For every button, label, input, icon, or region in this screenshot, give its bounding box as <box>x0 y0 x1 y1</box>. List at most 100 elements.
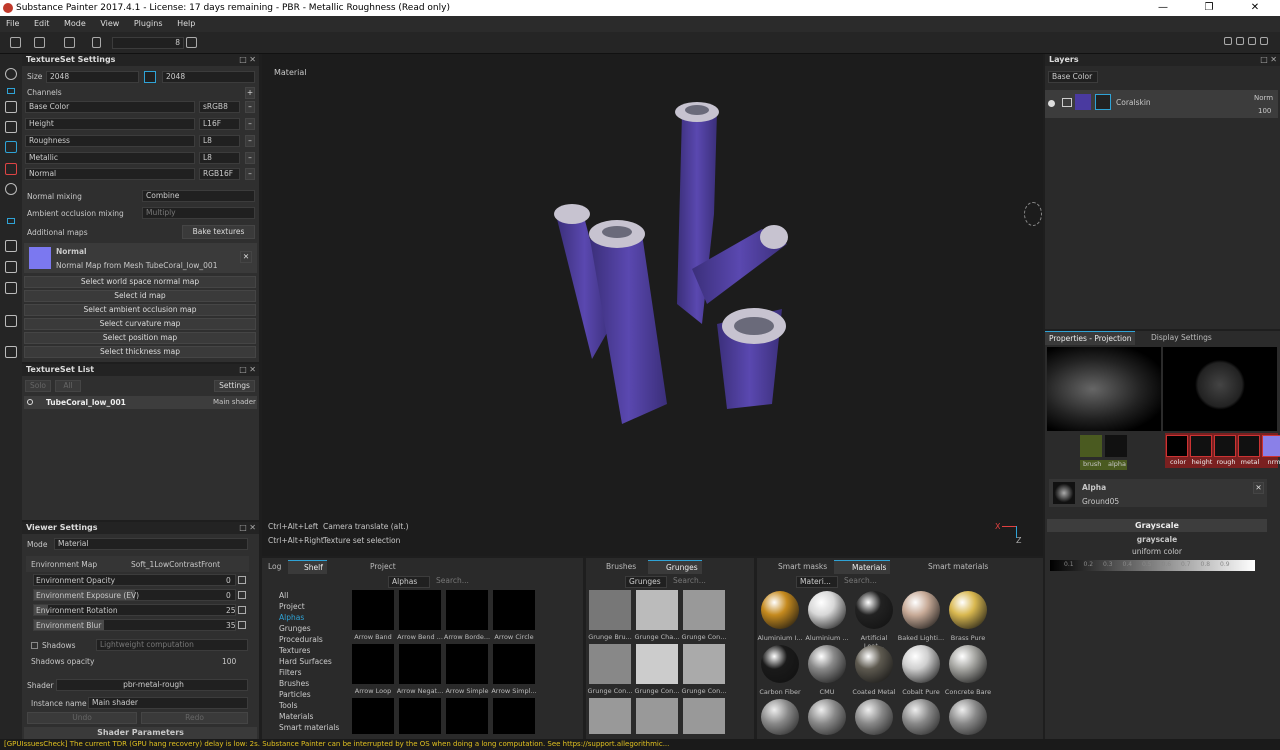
remove-channel-button[interactable]: – <box>245 101 255 113</box>
symmetry-icon[interactable] <box>5 282 17 294</box>
screenshot-icon[interactable] <box>10 37 21 48</box>
material-thumbnail[interactable] <box>808 591 846 629</box>
tab-brushes[interactable]: Brushes <box>590 560 640 574</box>
remove-channel-button[interactable]: – <box>245 152 255 164</box>
symmetry-icon[interactable] <box>5 261 17 273</box>
close-icon[interactable]: ✕ <box>240 251 252 263</box>
minimize-button[interactable]: — <box>1140 0 1186 16</box>
alpha-slot[interactable] <box>1105 435 1127 457</box>
menu-edit[interactable]: Edit <box>28 16 56 32</box>
channel-slot-color[interactable] <box>1166 435 1188 457</box>
material-thumbnail[interactable] <box>761 591 799 629</box>
alpha-thumbnail[interactable] <box>399 698 441 734</box>
shelf-category[interactable]: Textures <box>279 646 310 655</box>
shelf-search-input[interactable]: Search... <box>433 576 573 588</box>
instance-input[interactable]: Main shader <box>88 697 248 709</box>
shelf-category[interactable]: Procedurals <box>279 635 323 644</box>
all-button[interactable]: All <box>55 380 81 392</box>
select-world-normal-button[interactable]: Select world space normal map <box>24 276 256 288</box>
shadows-select[interactable]: Lightweight computation <box>96 639 248 651</box>
tab-log[interactable]: Log <box>264 560 285 574</box>
tab-shelf[interactable]: Shelf <box>288 560 327 574</box>
layer-blend[interactable]: Norm <box>1254 92 1273 105</box>
picker-tool-icon[interactable] <box>5 315 17 327</box>
brush-tool-icon[interactable] <box>5 101 17 113</box>
clone-tool-icon[interactable] <box>5 240 17 252</box>
material-thumbnail[interactable] <box>761 699 799 735</box>
pen-icon[interactable] <box>238 591 246 599</box>
grunges-search-input[interactable]: Search... <box>670 576 740 588</box>
alpha-thumbnail[interactable] <box>1053 482 1075 504</box>
lock-icon[interactable] <box>144 71 156 83</box>
pen-icon[interactable] <box>238 576 246 584</box>
select-thickness-button[interactable]: Select thickness map <box>24 346 256 358</box>
select-ao-button[interactable]: Select ambient occlusion map <box>24 304 256 316</box>
close-window-button[interactable]: ✕ <box>1232 0 1278 16</box>
slider-value[interactable]: 35 <box>226 619 236 632</box>
window-icon[interactable] <box>1248 37 1256 45</box>
material-thumbnail[interactable] <box>808 699 846 735</box>
eye-icon[interactable] <box>1048 100 1055 107</box>
menu-view[interactable]: View <box>94 16 125 32</box>
maximize-button[interactable]: ❐ <box>1186 0 1232 16</box>
slider-value[interactable]: 0 <box>226 574 231 587</box>
channel-format[interactable]: sRGB8 <box>199 101 240 113</box>
visibility-icon[interactable] <box>27 399 33 405</box>
brush-slot[interactable] <box>1080 435 1102 457</box>
pen-icon[interactable] <box>238 606 246 614</box>
shelf-category[interactable]: Grunges <box>279 624 311 633</box>
channel-slot-metal[interactable] <box>1238 435 1260 457</box>
grunge-thumbnail[interactable] <box>589 590 631 630</box>
toolbar-value-field[interactable]: 8 <box>112 37 184 49</box>
env-map-value[interactable]: Soft_1LowContrastFront <box>131 558 220 571</box>
grunge-thumbnail[interactable] <box>589 698 631 734</box>
window-icon[interactable] <box>1236 37 1244 45</box>
materials-search-input[interactable]: Search... <box>841 576 971 588</box>
menu-file[interactable]: File <box>0 16 25 32</box>
remove-channel-button[interactable]: – <box>245 168 255 180</box>
shelf-category[interactable]: Brushes <box>279 679 309 688</box>
channel-format[interactable]: L8 <box>199 152 240 164</box>
settings-small-icon[interactable] <box>7 218 15 224</box>
material-thumbnail[interactable] <box>902 591 940 629</box>
grayscale-header[interactable]: Grayscale <box>1047 519 1267 532</box>
menu-help[interactable]: Help <box>171 16 201 32</box>
shelf-category[interactable]: Materials <box>279 712 313 721</box>
channel-slot-nrm[interactable] <box>1262 435 1280 457</box>
alpha-thumbnail[interactable] <box>352 698 394 734</box>
shelf-filter-tag[interactable]: Alphas <box>388 576 430 588</box>
mode-select[interactable]: Material <box>54 538 248 550</box>
alpha-thumbnail[interactable] <box>493 590 535 630</box>
alpha-thumbnail[interactable] <box>352 644 394 684</box>
ramp-tick[interactable]: 0.8 <box>1201 561 1211 568</box>
channel-format[interactable]: RGB16F <box>199 168 240 180</box>
tab-smart-masks[interactable]: Smart masks <box>760 560 831 574</box>
alpha-thumbnail[interactable] <box>399 590 441 630</box>
material-thumbnail[interactable] <box>855 645 893 683</box>
material-thumbnail[interactable] <box>761 645 799 683</box>
material-thumbnail[interactable] <box>902 645 940 683</box>
tab-properties[interactable]: Properties - Projection <box>1045 331 1136 345</box>
shadows-checkbox[interactable] <box>31 642 38 649</box>
ao-mixing-select[interactable]: Multiply <box>142 207 255 219</box>
pen-icon[interactable] <box>186 37 197 48</box>
redo-button[interactable]: Redo <box>141 712 248 724</box>
materials-filter-tag[interactable]: Materi... <box>796 576 838 588</box>
slider-value[interactable]: 0 <box>226 589 231 602</box>
shader-select[interactable]: pbr-metal-rough <box>56 679 248 691</box>
channel-slot-height[interactable] <box>1190 435 1212 457</box>
eraser-tool-icon[interactable] <box>5 121 17 133</box>
grunge-thumbnail[interactable] <box>589 644 631 684</box>
tab-smart-materials[interactable]: Smart materials <box>910 560 992 574</box>
remove-channel-button[interactable]: – <box>245 118 255 130</box>
ramp-tick[interactable]: 0.9 <box>1220 561 1230 568</box>
tab-project[interactable]: Project <box>352 560 400 574</box>
select-id-button[interactable]: Select id map <box>24 290 256 302</box>
size-select[interactable]: 2048 <box>46 71 139 83</box>
channel-select[interactable]: Base Color <box>1048 71 1098 83</box>
shelf-category[interactable]: All <box>279 591 288 600</box>
bake-tool-icon[interactable] <box>5 346 17 358</box>
shelf-category[interactable]: Project <box>279 602 305 611</box>
alpha-thumbnail[interactable] <box>446 644 488 684</box>
channel-slot-rough[interactable] <box>1214 435 1236 457</box>
